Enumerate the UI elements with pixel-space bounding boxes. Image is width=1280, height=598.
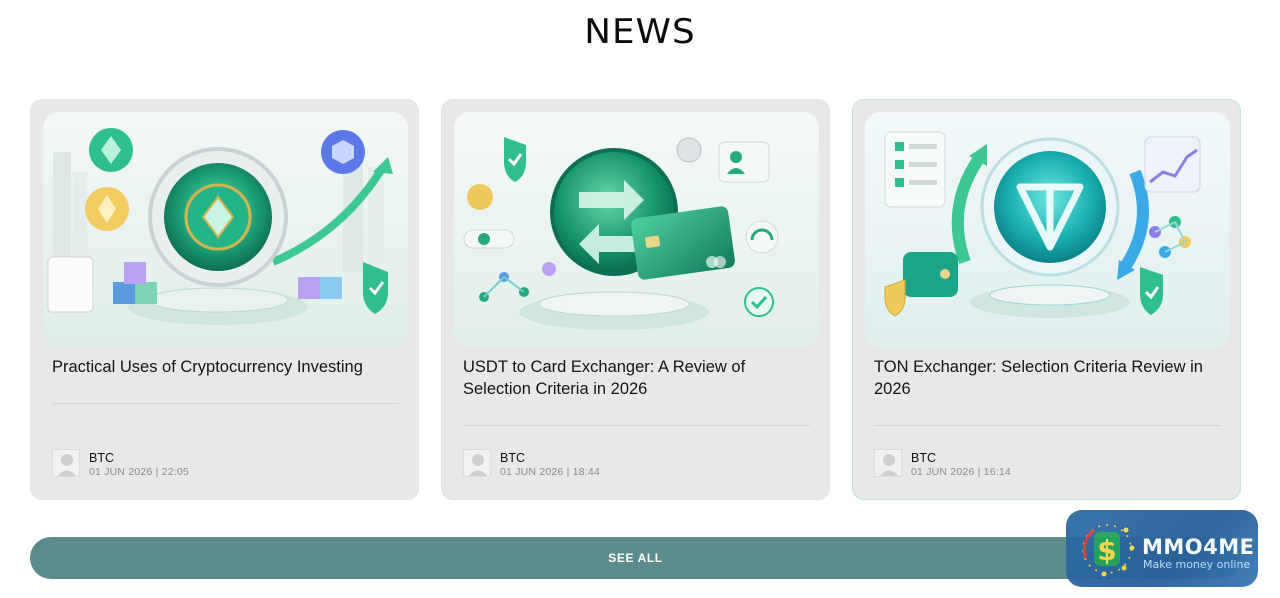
author-name: BTC [500, 451, 525, 465]
page-title: NEWS [584, 12, 696, 52]
article-meta: BTC 01 JUN 2026 | 22:05 [52, 449, 352, 479]
crypto-investing-illustration [43, 112, 408, 348]
watermark-tagline: Make money online [1143, 558, 1251, 571]
usdt-card-exchange-illustration [454, 112, 819, 348]
see-all-button[interactable]: SEE ALL [30, 537, 1241, 579]
news-card[interactable]: USDT to Card Exchanger: A Review of Sele… [441, 99, 830, 500]
article-image[interactable] [865, 112, 1230, 348]
article-image[interactable] [454, 112, 819, 348]
article-meta: BTC 01 JUN 2026 | 16:14 [874, 449, 1174, 479]
article-title[interactable]: TON Exchanger: Selection Criteria Review… [874, 356, 1224, 400]
dollar-logo-icon: $ [1082, 524, 1135, 577]
article-meta: BTC 01 JUN 2026 | 18:44 [463, 449, 763, 479]
ton-exchange-illustration [865, 112, 1230, 348]
author-name: BTC [911, 451, 936, 465]
article-title[interactable]: USDT to Card Exchanger: A Review of Sele… [463, 356, 813, 400]
article-date: 01 JUN 2026 | 16:14 [911, 466, 1011, 478]
divider [463, 425, 810, 426]
avatar [52, 449, 80, 477]
article-date: 01 JUN 2026 | 22:05 [89, 466, 189, 478]
avatar [874, 449, 902, 477]
article-image[interactable] [43, 112, 408, 348]
news-cards: Practical Uses of Cryptocurrency Investi… [30, 99, 1241, 500]
svg-text:$: $ [1097, 534, 1116, 567]
news-card[interactable]: TON Exchanger: Selection Criteria Review… [852, 99, 1241, 500]
article-date: 01 JUN 2026 | 18:44 [500, 466, 600, 478]
divider [52, 403, 399, 404]
news-card[interactable]: Practical Uses of Cryptocurrency Investi… [30, 99, 419, 500]
author-name: BTC [89, 451, 114, 465]
mmo4me-watermark[interactable]: $ MMO4ME Make money online [1066, 510, 1258, 587]
avatar [463, 449, 491, 477]
watermark-name: MMO4ME [1142, 535, 1255, 559]
divider [874, 425, 1221, 426]
article-title[interactable]: Practical Uses of Cryptocurrency Investi… [52, 356, 402, 378]
